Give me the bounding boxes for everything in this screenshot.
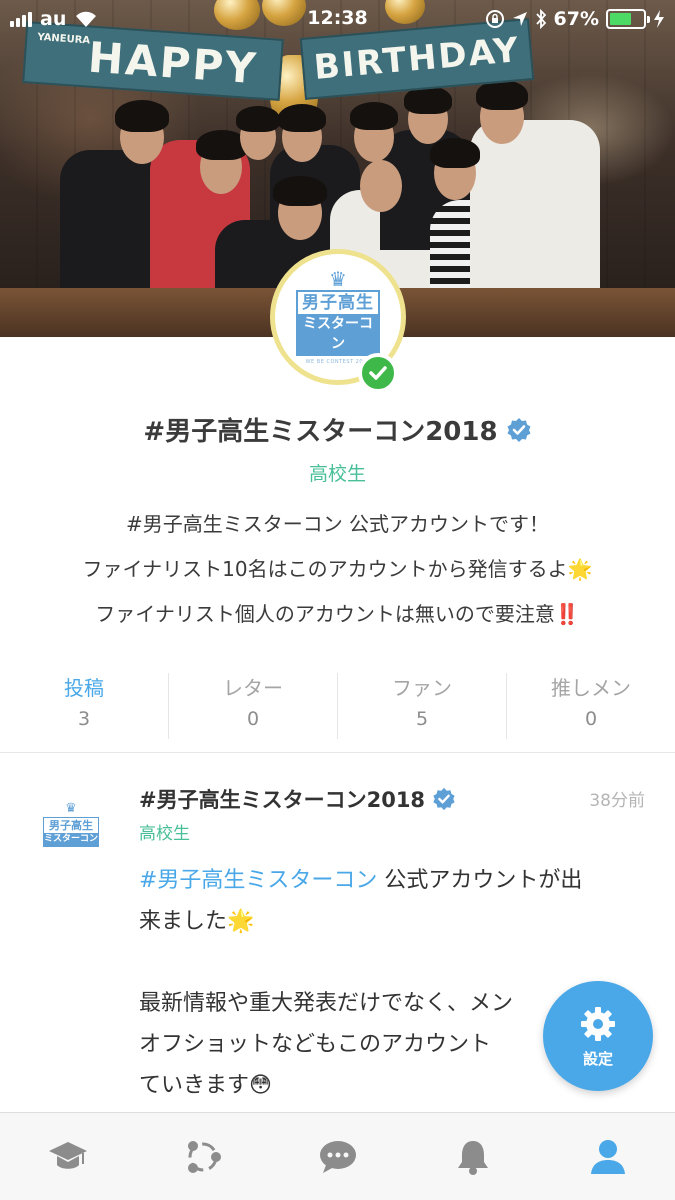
stat-label: ファン xyxy=(392,676,452,700)
tab-network[interactable] xyxy=(135,1113,270,1200)
tab-notifications[interactable] xyxy=(405,1113,540,1200)
stat-value: 3 xyxy=(77,708,91,730)
divider xyxy=(0,752,675,753)
bell-icon xyxy=(457,1140,488,1175)
stat-label: 投稿 xyxy=(64,676,104,700)
tab-profile[interactable] xyxy=(540,1113,675,1200)
post-author-row: #男子高生ミスターコン2018 xyxy=(139,784,456,814)
profile-name: #男子高生ミスターコン2018 xyxy=(143,417,498,447)
stat-oshimen[interactable]: 推しメン 0 xyxy=(506,673,675,739)
graduation-cap-icon xyxy=(48,1141,87,1169)
stat-letters[interactable]: レター 0 xyxy=(168,673,337,739)
bluetooth-icon xyxy=(535,9,546,29)
charging-bolt-icon xyxy=(654,10,664,28)
logo-line2: ミスターコン xyxy=(298,313,378,354)
crown-icon: ♛ xyxy=(65,801,77,816)
profile-name-row: #男子高生ミスターコン2018 xyxy=(0,411,675,448)
banner-text-birthday: BIRTHDAY xyxy=(312,30,522,88)
stat-value: 0 xyxy=(246,708,260,730)
logo-box: 男子高生 ミスターコン xyxy=(43,817,99,847)
stat-posts[interactable]: 投稿 3 xyxy=(0,673,168,739)
post-author-avatar[interactable]: ♛ 男子高生 ミスターコン xyxy=(36,790,106,860)
post-line: 来ました🌟 xyxy=(139,909,255,934)
settings-label: 設定 xyxy=(582,1049,613,1068)
profile-stats: 投稿 3 レター 0 ファン 5 推しメン 0 xyxy=(0,673,675,739)
stat-fans[interactable]: ファン 5 xyxy=(337,673,506,739)
battery-percentage: 67% xyxy=(553,8,599,30)
stat-label: レター xyxy=(223,676,283,700)
battery-level xyxy=(610,13,632,25)
logo-box: 男子高生 ミスターコン xyxy=(296,289,380,356)
banner-text-happy: HAPPY xyxy=(86,32,260,93)
verified-badge-icon xyxy=(507,417,531,442)
post-hashtag-link[interactable]: #男子高生ミスターコン xyxy=(139,868,377,893)
status-bar: au 12:38 67% xyxy=(0,0,675,38)
rotation-lock-icon xyxy=(485,10,504,28)
bio-line: ファイナリスト10名はこのアカウントから発信するよ🌟 xyxy=(82,557,593,581)
verified-check-icon xyxy=(358,353,398,393)
stat-value: 0 xyxy=(584,708,598,730)
bottom-tab-bar xyxy=(0,1112,675,1200)
settings-button[interactable]: 設定 xyxy=(543,981,653,1091)
logo-line2: ミスターコン xyxy=(44,833,99,846)
profile-bio: #男子高生ミスターコン 公式アカウントです！ ファイナリスト10名はこのアカウン… xyxy=(0,505,675,640)
post-line: #男子高生ミスターコン 公式アカウントが出 xyxy=(139,860,649,901)
logo-line1: 男子高生 xyxy=(49,819,93,832)
profile-screen: YANEURA HAPPY BIRTHDAY au 12:38 67% ♛ 男子… xyxy=(0,0,675,1200)
post-author-name[interactable]: #男子高生ミスターコン2018 xyxy=(139,784,425,814)
bio-line: ファイナリスト個人のアカウントは無いので要注意‼️ xyxy=(95,602,580,626)
logo-line1: 男子高生 xyxy=(302,292,374,313)
tab-chat[interactable] xyxy=(270,1113,405,1200)
stat-value: 5 xyxy=(415,708,429,730)
network-nodes-icon xyxy=(187,1140,221,1173)
person-icon xyxy=(590,1139,625,1174)
post-text: 公式アカウントが出 xyxy=(377,868,583,893)
location-arrow-icon xyxy=(512,12,527,26)
crown-icon: ♛ xyxy=(329,266,347,291)
post-timestamp: 38分前 xyxy=(589,791,645,811)
bio-line: #男子高生ミスターコン 公式アカウントです！ xyxy=(125,512,550,536)
chat-bubble-icon xyxy=(319,1140,356,1173)
verified-badge-icon xyxy=(433,787,455,811)
post-author-category: 高校生 xyxy=(139,824,190,844)
tab-school[interactable] xyxy=(0,1113,135,1200)
stat-label: 推しメン xyxy=(551,676,631,700)
profile-category: 高校生 xyxy=(308,463,366,485)
battery-icon xyxy=(606,9,650,29)
gear-icon xyxy=(581,1006,615,1041)
